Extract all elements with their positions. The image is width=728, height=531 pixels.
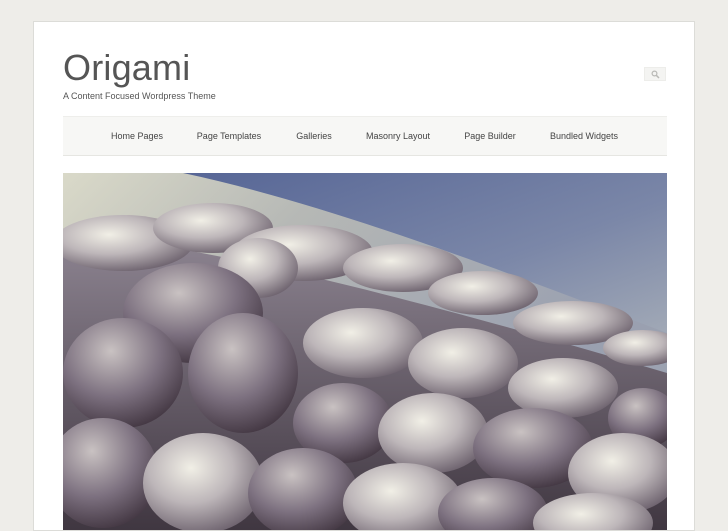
search-icon	[651, 70, 660, 79]
search-input[interactable]	[644, 67, 666, 81]
nav-item-bundled-widgets[interactable]: Bundled Widgets	[550, 117, 618, 155]
nav-item-home-pages[interactable]: Home Pages	[111, 117, 163, 155]
clouds-image	[63, 173, 667, 530]
hero-image[interactable]	[63, 173, 667, 530]
site-title[interactable]: Origami	[63, 48, 190, 88]
nav-item-masonry-layout[interactable]: Masonry Layout	[366, 117, 430, 155]
nav-item-galleries[interactable]: Galleries	[296, 117, 332, 155]
nav-item-page-templates[interactable]: Page Templates	[197, 117, 261, 155]
page-container: Origami A Content Focused Wordpress Them…	[33, 21, 695, 531]
site-tagline: A Content Focused Wordpress Theme	[63, 91, 216, 101]
main-navigation: Home Pages Page Templates Galleries Maso…	[63, 116, 667, 156]
nav-item-page-builder[interactable]: Page Builder	[464, 117, 516, 155]
